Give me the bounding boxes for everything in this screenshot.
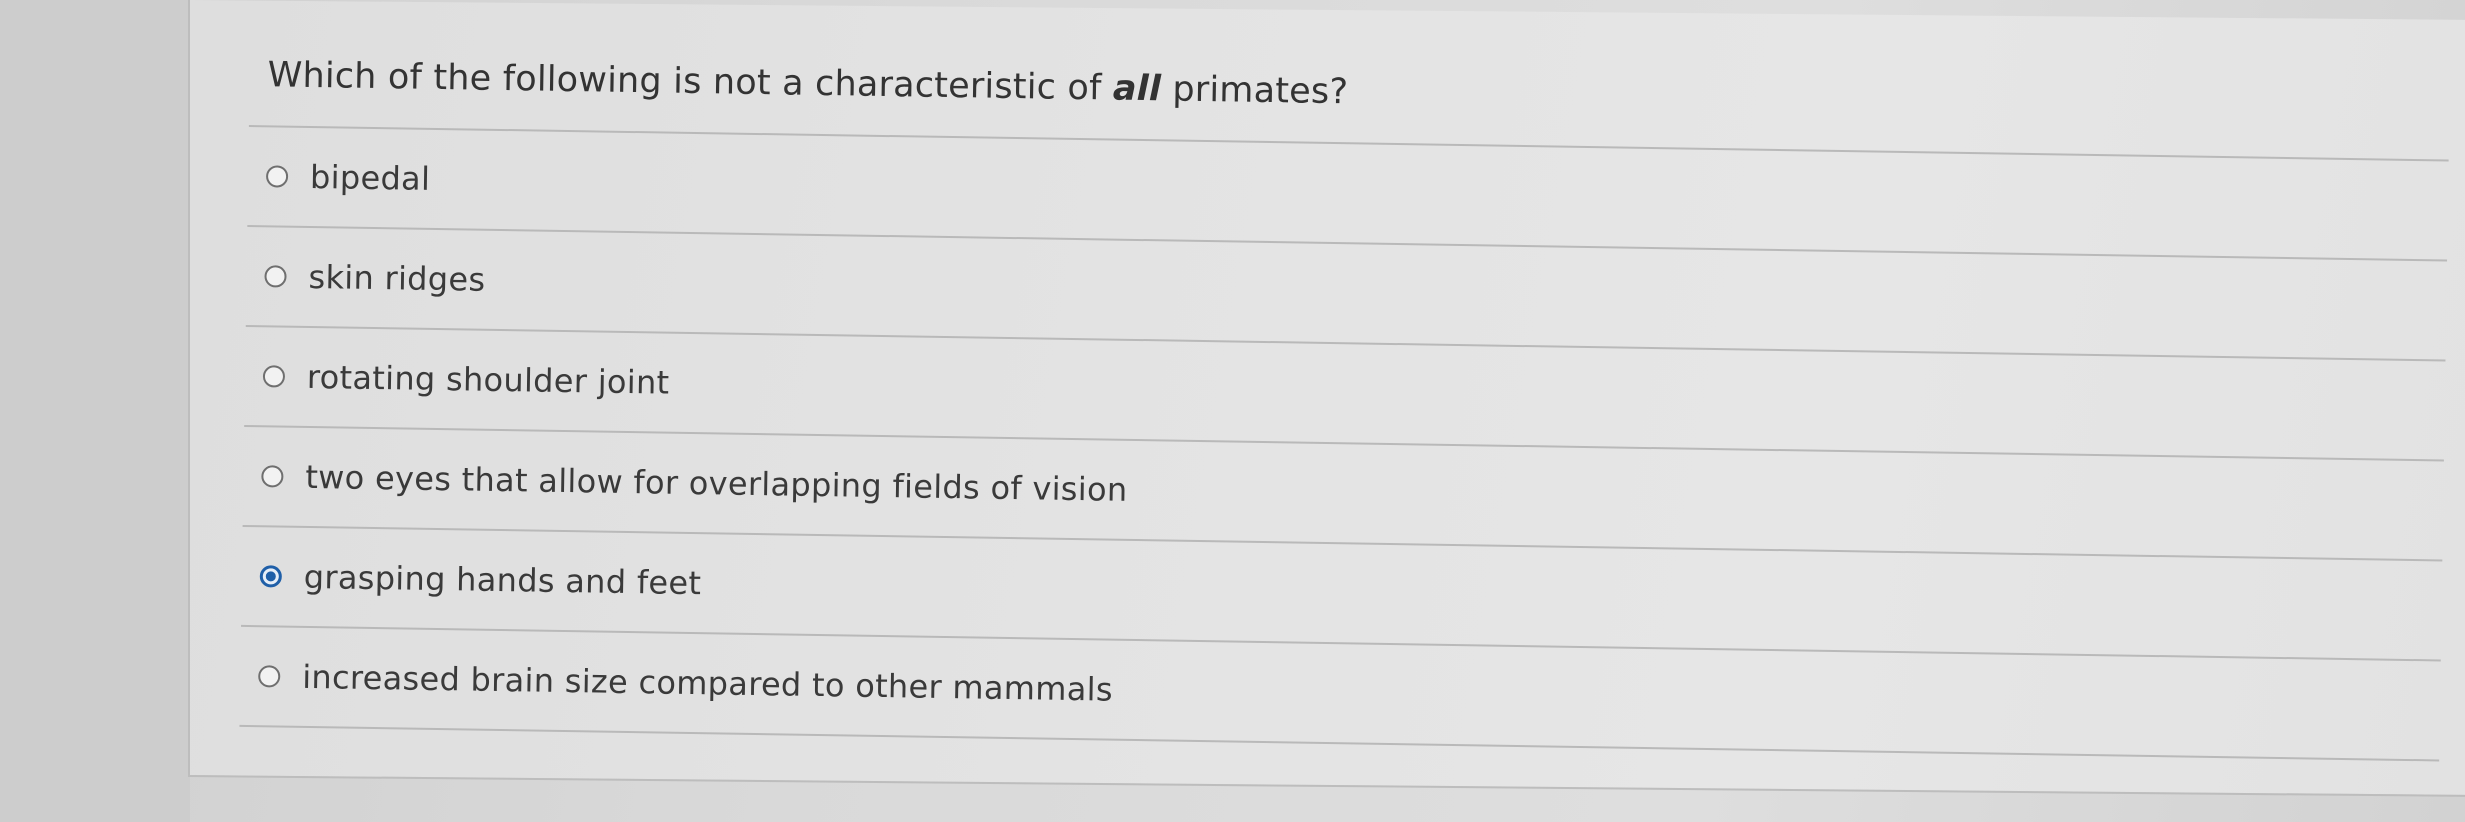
option-label-2[interactable]: skin ridges xyxy=(308,258,485,299)
radio-button-2[interactable] xyxy=(264,265,287,288)
question-emphasis: all xyxy=(1112,68,1162,110)
radio-button-3[interactable] xyxy=(262,365,286,388)
option-label-3[interactable]: rotating shoulder joint xyxy=(307,358,670,402)
radio-button-5[interactable] xyxy=(259,565,282,588)
question-text-after: primates? xyxy=(1172,69,1349,113)
radio-button-1[interactable] xyxy=(265,165,289,188)
option-label-6[interactable]: increased brain size compared to other m… xyxy=(302,658,1113,709)
option-label-5[interactable]: grasping hands and feet xyxy=(304,558,702,602)
question-content: Which of the following is not a characte… xyxy=(239,55,2449,762)
radio-button-4[interactable] xyxy=(261,465,284,488)
radio-button-6[interactable] xyxy=(258,665,281,688)
option-label-4[interactable]: two eyes that allow for overlapping fiel… xyxy=(305,458,1128,509)
screen: Which of the following is not a characte… xyxy=(0,0,2465,822)
left-gutter xyxy=(0,0,190,822)
option-label-1[interactable]: bipedal xyxy=(310,158,431,198)
